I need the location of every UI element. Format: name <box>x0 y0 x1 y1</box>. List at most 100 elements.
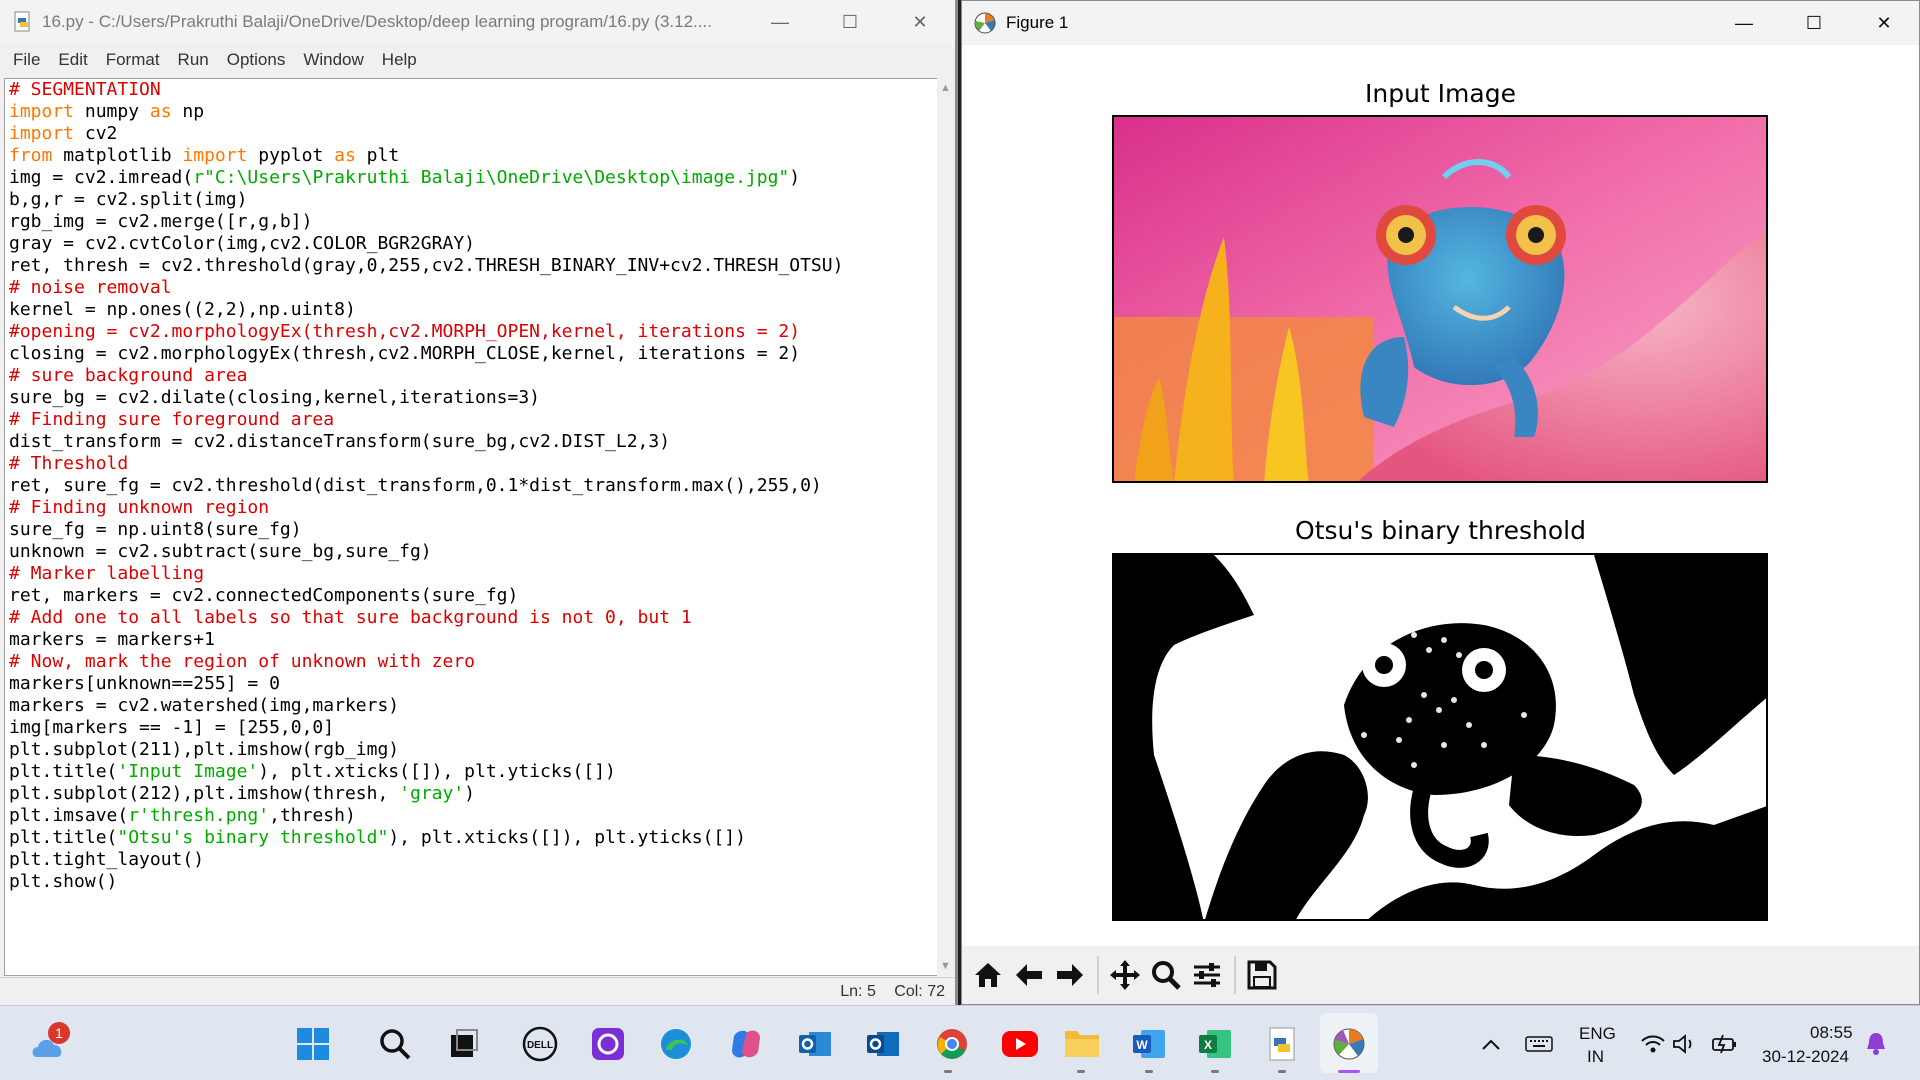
running-indicator <box>1211 1070 1219 1073</box>
code-line[interactable]: # Threshold <box>9 453 939 475</box>
code-line[interactable]: # Add one to all labels so that sure bac… <box>9 607 939 629</box>
input-region[interactable]: IN <box>1587 1047 1604 1067</box>
close-button[interactable]: ✕ <box>1849 1 1919 45</box>
input-language[interactable]: ENG <box>1579 1024 1616 1044</box>
code-line[interactable]: ret, markers = cv2.connectedComponents(s… <box>9 585 939 607</box>
menu-options[interactable]: Options <box>218 50 295 70</box>
idle-titlebar[interactable]: 16.py - C:/Users/Prakruthi Balaji/OneDri… <box>0 0 955 44</box>
code-text: cv2 <box>74 123 118 144</box>
back-arrow-icon[interactable] <box>1009 955 1049 995</box>
code-line[interactable]: # sure background area <box>9 365 939 387</box>
file-explorer-icon[interactable] <box>1062 1024 1102 1064</box>
scroll-up-icon[interactable]: ▲ <box>940 82 951 94</box>
editor-scrollbar[interactable]: ▲ ▼ <box>937 78 955 976</box>
close-button[interactable]: ✕ <box>885 0 955 44</box>
code-line[interactable]: plt.imsave(r'thresh.png',thresh) <box>9 805 939 827</box>
code-line[interactable]: kernel = np.ones((2,2),np.uint8) <box>9 299 939 321</box>
code-line[interactable]: import numpy as np <box>9 101 939 123</box>
maximize-button[interactable]: ☐ <box>815 0 885 44</box>
code-line[interactable]: ret, sure_fg = cv2.threshold(dist_transf… <box>9 475 939 497</box>
save-icon[interactable] <box>1242 955 1282 995</box>
code-line[interactable]: b,g,r = cv2.split(img) <box>9 189 939 211</box>
code-line[interactable]: import cv2 <box>9 123 939 145</box>
alexa-icon[interactable] <box>588 1024 628 1064</box>
pan-icon[interactable] <box>1105 955 1145 995</box>
code-line[interactable]: rgb_img = cv2.merge([r,g,b]) <box>9 211 939 233</box>
edge-icon[interactable] <box>656 1024 696 1064</box>
code-line[interactable]: gray = cv2.cvtColor(img,cv2.COLOR_BGR2GR… <box>9 233 939 255</box>
task-view-icon[interactable] <box>444 1024 484 1064</box>
code-line[interactable]: # Now, mark the region of unknown with z… <box>9 651 939 673</box>
code-line[interactable]: closing = cv2.morphologyEx(thresh,cv2.MO… <box>9 343 939 365</box>
subplots-config-icon[interactable] <box>1187 955 1227 995</box>
menu-file[interactable]: File <box>4 50 49 70</box>
code-line[interactable]: plt.show() <box>9 871 939 893</box>
code-line[interactable]: #opening = cv2.morphologyEx(thresh,cv2.M… <box>9 321 939 343</box>
code-line[interactable]: # Finding unknown region <box>9 497 939 519</box>
search-icon[interactable] <box>375 1024 415 1064</box>
outlook-new-icon[interactable] <box>863 1024 903 1064</box>
show-hidden-icons-icon[interactable] <box>1471 1024 1511 1064</box>
code-line[interactable]: markers[unknown==255] = 0 <box>9 673 939 695</box>
volume-icon[interactable] <box>1665 1024 1705 1064</box>
outlook-icon[interactable] <box>795 1024 835 1064</box>
zoom-icon[interactable] <box>1146 955 1186 995</box>
code-line[interactable]: dist_transform = cv2.distanceTransform(s… <box>9 431 939 453</box>
code-text: dist_transform = cv2.distanceTransform(s… <box>9 431 671 452</box>
chrome-icon[interactable] <box>932 1024 972 1064</box>
code-string: 'Input Image' <box>117 761 259 782</box>
code-line[interactable]: # Marker labelling <box>9 563 939 585</box>
menu-help[interactable]: Help <box>373 50 426 70</box>
dell-icon[interactable]: DELL <box>520 1024 560 1064</box>
otsu-threshold-axes[interactable] <box>1112 553 1768 921</box>
battery-icon[interactable] <box>1704 1024 1744 1064</box>
code-line[interactable]: # noise removal <box>9 277 939 299</box>
code-line[interactable]: sure_bg = cv2.dilate(closing,kernel,iter… <box>9 387 939 409</box>
keyboard-icon[interactable] <box>1519 1024 1559 1064</box>
menu-format[interactable]: Format <box>97 50 169 70</box>
code-line[interactable]: markers = cv2.watershed(img,markers) <box>9 695 939 717</box>
code-line[interactable]: unknown = cv2.subtract(sure_bg,sure_fg) <box>9 541 939 563</box>
menu-edit[interactable]: Edit <box>49 50 96 70</box>
start-icon[interactable] <box>293 1024 333 1064</box>
figure-titlebar[interactable]: Figure 1 — ☐ ✕ <box>962 1 1919 45</box>
matplotlib-figure-icon[interactable] <box>1329 1024 1369 1064</box>
minimize-button[interactable]: — <box>1709 1 1779 45</box>
code-line[interactable]: plt.subplot(211),plt.imshow(rgb_img) <box>9 739 939 761</box>
code-line[interactable]: from matplotlib import pyplot as plt <box>9 145 939 167</box>
minimize-button[interactable]: — <box>745 0 815 44</box>
home-icon[interactable] <box>968 955 1008 995</box>
code-text[interactable]: # SEGMENTATION import numpy as np import c… <box>5 79 939 893</box>
code-line[interactable]: plt.subplot(212),plt.imshow(thresh, 'gra… <box>9 783 939 805</box>
code-line[interactable]: sure_fg = np.uint8(sure_fg) <box>9 519 939 541</box>
code-text: ,thresh) <box>269 805 356 826</box>
code-line[interactable]: plt.tight_layout() <box>9 849 939 871</box>
code-comment: # Now, mark the region of unknown with z… <box>9 651 475 672</box>
input-image-axes[interactable] <box>1112 115 1768 483</box>
forward-arrow-icon[interactable] <box>1050 955 1090 995</box>
clock-date[interactable]: 30-12-2024 <box>1762 1047 1849 1067</box>
clock-time[interactable]: 08:55 <box>1810 1023 1853 1043</box>
maximize-button[interactable]: ☐ <box>1779 1 1849 45</box>
code-line[interactable]: markers = markers+1 <box>9 629 939 651</box>
code-editor[interactable]: # SEGMENTATION import numpy as np import c… <box>4 78 940 976</box>
excel-icon[interactable]: X <box>1195 1024 1235 1064</box>
youtube-icon[interactable] <box>1000 1024 1040 1064</box>
code-line[interactable]: # SEGMENTATION <box>9 79 939 101</box>
python-idle-icon[interactable] <box>1262 1024 1302 1064</box>
code-line[interactable]: img = cv2.imread(r"C:\Users\Prakruthi Ba… <box>9 167 939 189</box>
notification-bell-icon[interactable] <box>1856 1024 1896 1064</box>
code-line[interactable]: img[markers == -1] = [255,0,0] <box>9 717 939 739</box>
running-indicator <box>1145 1070 1153 1073</box>
code-line[interactable]: ret, thresh = cv2.threshold(gray,0,255,c… <box>9 255 939 277</box>
code-text: sure_fg = np.uint8(sure_fg) <box>9 519 302 540</box>
menu-window[interactable]: Window <box>294 50 372 70</box>
copilot-icon[interactable] <box>726 1024 766 1064</box>
scroll-down-icon[interactable]: ▼ <box>940 960 951 972</box>
menu-run[interactable]: Run <box>169 50 218 70</box>
word-icon[interactable]: W <box>1129 1024 1169 1064</box>
code-line[interactable]: plt.title("Otsu's binary threshold"), pl… <box>9 827 939 849</box>
code-line[interactable]: # Finding sure foreground area <box>9 409 939 431</box>
code-string: r'thresh.png' <box>128 805 270 826</box>
code-line[interactable]: plt.title('Input Image'), plt.xticks([])… <box>9 761 939 783</box>
